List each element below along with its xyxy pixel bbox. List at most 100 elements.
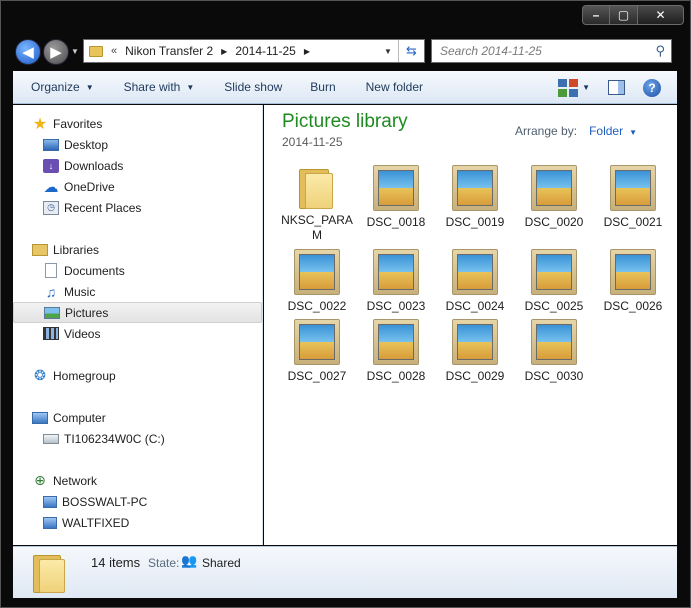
nav-computer[interactable]: Computer	[13, 407, 262, 428]
music-icon: ♫	[45, 283, 57, 300]
search-icon[interactable]: ⚲	[655, 43, 665, 59]
nav-recent-places[interactable]: ◷ Recent Places	[13, 197, 262, 218]
file-item[interactable]: DSC_0028	[357, 319, 435, 384]
image-thumbnail-icon	[373, 165, 419, 211]
file-name: DSC_0029	[445, 369, 505, 383]
chevron-left-icon[interactable]: «	[111, 45, 117, 57]
back-button[interactable]: ◀	[15, 39, 41, 65]
nav-label: Homegroup	[53, 368, 116, 383]
file-item[interactable]: DSC_0024	[436, 249, 514, 314]
nav-pictures[interactable]: Pictures	[13, 302, 262, 323]
burn-button[interactable]: Burn	[310, 80, 335, 94]
star-icon: ★	[32, 115, 48, 133]
breadcrumb-nikon-transfer[interactable]: Nikon Transfer 2	[125, 44, 213, 58]
file-grid: NKSC_PARAM DSC_0018 DSC_0019 DSC_0020 DS…	[278, 165, 668, 395]
image-thumbnail-icon	[373, 249, 419, 295]
content-pane: Pictures library 2014-11-25 Arrange by: F…	[264, 105, 677, 545]
forward-arrow-icon: ▶	[50, 44, 62, 61]
file-item[interactable]: DSC_0030	[515, 319, 593, 384]
address-bar[interactable]: « Nikon Transfer 2 ▶ 2014-11-25 ▶ ▼ ⇆	[83, 39, 425, 63]
nav-label: OneDrive	[64, 179, 115, 194]
history-dropdown[interactable]: ▼	[71, 47, 79, 56]
search-box[interactable]: ⚲	[431, 39, 672, 63]
folder-icon	[89, 45, 103, 57]
file-item[interactable]: NKSC_PARAM	[278, 165, 356, 243]
file-item[interactable]: DSC_0018	[357, 165, 435, 230]
file-name: DSC_0022	[287, 299, 347, 313]
navigation-pane: ★ Favorites Desktop ↓ Downloads ☁ OneDrive …	[13, 105, 263, 545]
nav-label: BOSSWALT-PC	[62, 494, 148, 509]
toolbar-right: ▼ ?	[558, 71, 677, 104]
file-name: DSC_0025	[524, 299, 584, 313]
organize-button[interactable]: Organize ▼	[31, 80, 94, 94]
nav-pc-waltfixed[interactable]: WALTFIXED	[13, 512, 262, 533]
change-view-icon[interactable]	[558, 78, 579, 97]
library-title: Pictures library	[282, 111, 408, 132]
nav-music[interactable]: ♫ Music	[13, 281, 262, 302]
file-name: DSC_0019	[445, 215, 505, 229]
file-item[interactable]: DSC_0020	[515, 165, 593, 230]
minimize-button[interactable]: –	[582, 5, 610, 25]
file-item[interactable]: DSC_0022	[278, 249, 356, 314]
slide-show-button[interactable]: Slide show	[224, 80, 282, 94]
file-name: DSC_0030	[524, 369, 584, 383]
arrange-label: Arrange by:	[515, 124, 578, 138]
maximize-button[interactable]: ▢	[610, 5, 638, 25]
view-dropdown-icon[interactable]: ▼	[582, 83, 590, 92]
nav-label: TI106234W0C (C:)	[64, 431, 165, 446]
nav-favorites[interactable]: ★ Favorites	[13, 113, 262, 134]
forward-button[interactable]: ▶	[43, 39, 69, 65]
nav-videos[interactable]: Videos	[13, 323, 262, 344]
file-item[interactable]: DSC_0025	[515, 249, 593, 314]
downloads-icon: ↓	[43, 158, 59, 173]
command-bar: Organize ▼ Share with ▼ Slide show Burn Ne…	[13, 71, 677, 104]
nav-drive-c[interactable]: TI106234W0C (C:)	[13, 428, 262, 449]
search-input[interactable]	[438, 43, 648, 59]
nav-pc-bosswalt[interactable]: BOSSWALT-PC	[13, 491, 262, 512]
chevron-down-icon[interactable]: ▼	[629, 128, 637, 137]
nav-homegroup[interactable]: ❂ Homegroup	[13, 365, 262, 386]
nav-downloads[interactable]: ↓ Downloads	[13, 155, 262, 176]
new-folder-button[interactable]: New folder	[366, 80, 423, 94]
preview-pane-icon[interactable]	[608, 80, 625, 95]
nav-libraries[interactable]: Libraries	[13, 239, 262, 260]
nav-documents[interactable]: Documents	[13, 260, 262, 281]
chevron-down-icon: ▼	[186, 82, 195, 92]
slide-show-label: Slide show	[224, 80, 283, 94]
close-button[interactable]: ✕	[638, 5, 684, 25]
organize-label: Organize	[31, 80, 80, 94]
image-thumbnail-icon	[294, 249, 340, 295]
file-item[interactable]: DSC_0029	[436, 319, 514, 384]
file-item[interactable]: DSC_0019	[436, 165, 514, 230]
folder-icon	[299, 165, 335, 209]
chevron-right-icon[interactable]: ▶	[304, 47, 310, 56]
address-dropdown-icon[interactable]: ▼	[380, 40, 396, 62]
nav-label: WALTFIXED	[62, 515, 130, 530]
refresh-icon[interactable]: ⇆	[398, 40, 424, 62]
nav-label: Favorites	[53, 116, 103, 131]
file-item[interactable]: DSC_0023	[357, 249, 435, 314]
file-item[interactable]: DSC_0026	[594, 249, 672, 314]
nav-desktop[interactable]: Desktop	[13, 134, 262, 155]
help-icon[interactable]: ?	[643, 78, 661, 97]
burn-label: Burn	[310, 80, 336, 94]
image-thumbnail-icon	[531, 165, 577, 211]
chevron-right-icon[interactable]: ▶	[221, 47, 227, 56]
breadcrumb-date[interactable]: 2014-11-25	[235, 44, 296, 58]
share-with-button[interactable]: Share with ▼	[124, 80, 195, 94]
nav-network[interactable]: ⊕ Network	[13, 470, 262, 491]
file-name: DSC_0020	[524, 215, 584, 229]
file-item[interactable]: DSC_0027	[278, 319, 356, 384]
image-thumbnail-icon	[452, 165, 498, 211]
file-name: DSC_0027	[287, 369, 347, 383]
nav-onedrive[interactable]: ☁ OneDrive	[13, 176, 262, 197]
library-subtitle: 2014-11-25	[282, 135, 343, 149]
image-thumbnail-icon	[294, 319, 340, 365]
item-count: 14 items	[91, 555, 141, 570]
drive-icon	[43, 433, 59, 444]
state-label: State:	[148, 556, 180, 570]
arrange-by-dropdown[interactable]: Folder	[589, 124, 623, 138]
file-item[interactable]: DSC_0021	[594, 165, 672, 230]
cloud-icon: ☁	[43, 178, 59, 196]
document-icon	[45, 263, 57, 278]
